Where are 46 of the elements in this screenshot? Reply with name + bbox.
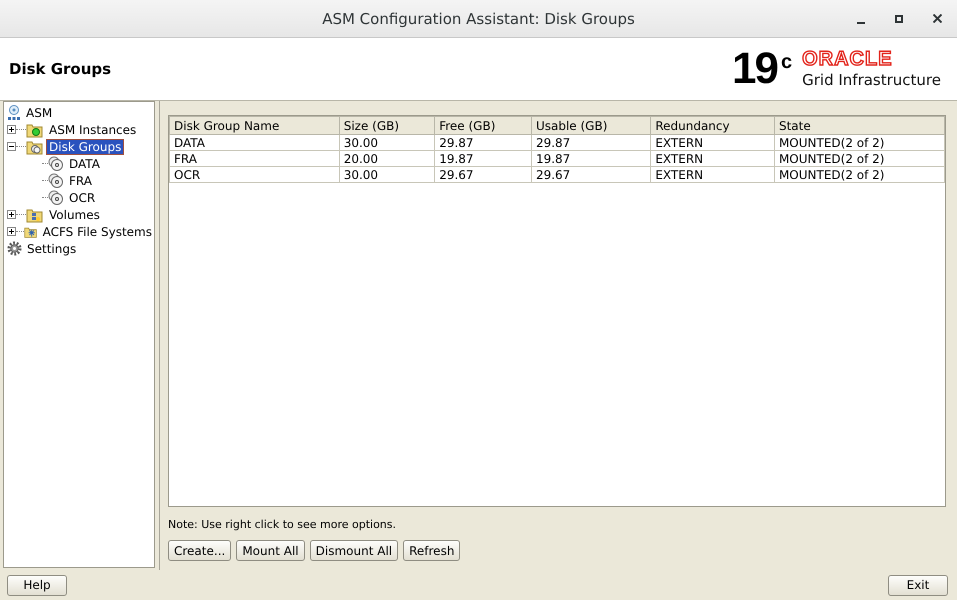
logo-superscript: c — [780, 51, 792, 74]
table-cell: OCR — [170, 166, 340, 182]
action-button[interactable]: Create... — [168, 540, 232, 561]
tree-item[interactable]: ASM Instances — [47, 122, 138, 136]
column-header[interactable]: Usable (GB) — [531, 116, 651, 134]
logo-brand: ORACLE — [802, 49, 893, 69]
logo-product: Grid Infrastructure — [802, 71, 941, 89]
action-button[interactable]: Dismount All — [310, 540, 398, 561]
column-header[interactable]: Redundancy — [650, 116, 774, 134]
table-cell: DATA — [170, 134, 340, 150]
tree-item[interactable]: ASM — [24, 106, 54, 120]
window-title: ASM Configuration Assistant: Disk Groups — [322, 10, 635, 28]
tree-item[interactable]: OCR — [67, 190, 98, 204]
tree-item[interactable]: DATA — [67, 156, 102, 170]
table-cell: 29.67 — [531, 166, 651, 182]
column-header[interactable]: Size (GB) — [339, 116, 435, 134]
action-button[interactable]: Mount All — [236, 540, 305, 561]
table-cell: EXTERN — [650, 166, 774, 182]
table-cell: 30.00 — [339, 166, 435, 182]
table-cell: EXTERN — [650, 134, 774, 150]
table-cell: 29.67 — [434, 166, 532, 182]
table-cell: MOUNTED(2 of 2) — [774, 134, 944, 150]
table-cell: 29.87 — [531, 134, 651, 150]
help-button[interactable]: Help — [7, 574, 67, 596]
table-cell: 19.87 — [434, 150, 532, 166]
action-button[interactable]: Refresh — [403, 540, 460, 561]
table-cell: EXTERN — [650, 150, 774, 166]
column-header[interactable]: Disk Group Name — [170, 116, 340, 134]
column-header[interactable]: State — [774, 116, 944, 134]
table-cell: 30.00 — [339, 134, 435, 150]
logo-version: 19 — [732, 47, 777, 91]
tree-item[interactable]: ACFS File Systems — [40, 224, 154, 238]
page-title: Disk Groups — [9, 60, 112, 78]
tree-item[interactable]: Disk Groups — [47, 140, 124, 154]
exit-button[interactable]: Exit — [888, 574, 948, 596]
table-cell: MOUNTED(2 of 2) — [774, 150, 944, 166]
tree-item[interactable]: Settings — [25, 242, 78, 256]
tree-item[interactable]: FRA — [67, 174, 94, 188]
table-cell: FRA — [170, 150, 340, 166]
table-cell: MOUNTED(2 of 2) — [774, 166, 944, 182]
table-cell: 19.87 — [531, 150, 651, 166]
table-cell: 20.00 — [339, 150, 435, 166]
table-cell: 29.87 — [434, 134, 532, 150]
note-text: Note: Use right click to see more options. — [168, 518, 398, 531]
column-header[interactable]: Free (GB) — [434, 116, 532, 134]
tree-item[interactable]: Volumes — [47, 208, 102, 222]
